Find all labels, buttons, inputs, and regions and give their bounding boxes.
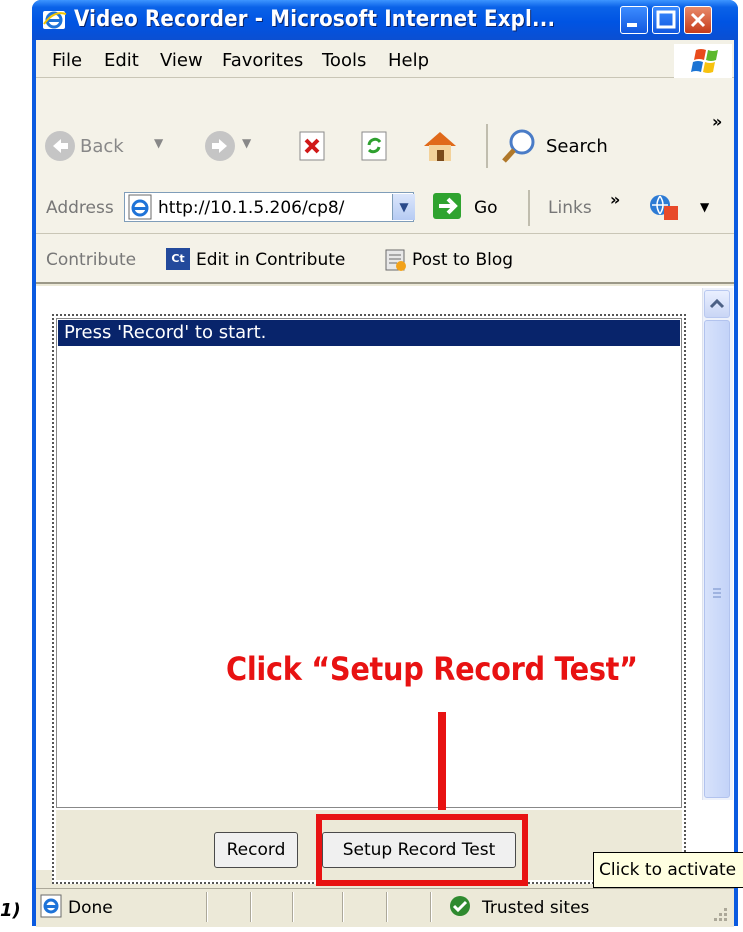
menu-edit[interactable]: Edit	[104, 50, 139, 71]
post-to-blog-icon	[384, 248, 408, 272]
trusted-check-icon	[448, 894, 472, 918]
address-label: Address	[46, 198, 114, 218]
annotation-callout: Click “Setup Record Test”	[226, 650, 638, 688]
ie-logo-icon	[42, 8, 68, 32]
status-divider	[206, 892, 208, 922]
contribute-label: Contribute	[46, 250, 137, 270]
list-item-selected[interactable]: Press 'Record' to start.	[58, 320, 680, 346]
menu-help[interactable]: Help	[388, 50, 429, 71]
toolbar-separator	[486, 124, 488, 168]
status-divider	[250, 892, 252, 922]
stop-icon[interactable]	[298, 130, 328, 162]
menu-file[interactable]: File	[52, 50, 82, 71]
status-text: Done	[68, 898, 113, 918]
annotation-highlight-box	[316, 814, 528, 886]
window-title: Video Recorder - Microsoft Internet Expl…	[74, 7, 556, 32]
page-icon	[128, 194, 154, 220]
go-arrow-icon[interactable]	[432, 192, 462, 220]
status-divider	[292, 892, 294, 922]
address-url[interactable]: http://10.1.5.206/cp8/	[158, 198, 390, 218]
windows-flag-icon	[674, 44, 732, 78]
scroll-thumb[interactable]	[704, 320, 730, 798]
forward-arrow-icon[interactable]	[204, 130, 236, 162]
search-icon[interactable]	[500, 126, 540, 166]
search-label[interactable]: Search	[546, 136, 608, 157]
home-icon[interactable]	[420, 128, 460, 164]
tooltip: Click to activate	[593, 852, 743, 888]
status-divider	[386, 892, 388, 922]
back-label[interactable]: Back	[80, 136, 124, 157]
go-label[interactable]: Go	[474, 198, 498, 218]
security-zone-label: Trusted sites	[482, 898, 590, 918]
messenger-dropdown-icon[interactable]: ▼	[700, 200, 709, 214]
messenger-icon[interactable]	[648, 192, 680, 222]
links-label[interactable]: Links	[548, 198, 592, 218]
scroll-up-button[interactable]	[704, 290, 730, 318]
maximize-button[interactable]	[652, 6, 680, 34]
back-arrow-icon[interactable]	[44, 130, 76, 162]
menu-favorites[interactable]: Favorites	[222, 50, 303, 71]
edit-in-contribute-button[interactable]: Edit in Contribute	[196, 250, 345, 270]
status-bar	[36, 888, 734, 927]
resize-grip-icon[interactable]	[710, 906, 730, 924]
close-button[interactable]	[684, 6, 712, 34]
minimize-button[interactable]	[620, 6, 648, 34]
address-dropdown-icon[interactable]: ▼	[392, 194, 415, 220]
annotation-pointer-line	[438, 712, 446, 810]
post-to-blog-button[interactable]: Post to Blog	[412, 250, 513, 270]
done-page-icon	[40, 894, 64, 918]
toolbar-overflow-icon[interactable]: »	[712, 112, 722, 131]
status-divider	[342, 892, 344, 922]
links-overflow-icon[interactable]: »	[610, 190, 620, 209]
status-divider	[430, 892, 432, 922]
message-listbox[interactable]	[56, 318, 682, 808]
menu-tools[interactable]: Tools	[322, 50, 366, 71]
refresh-icon[interactable]	[360, 130, 390, 162]
contribute-ct-icon: Ct	[166, 248, 190, 270]
address-separator	[528, 190, 530, 226]
menu-bar	[36, 40, 734, 78]
menu-view[interactable]: View	[160, 50, 203, 71]
back-dropdown-icon[interactable]: ▼	[154, 136, 163, 150]
record-button[interactable]: Record	[214, 832, 298, 868]
step-number: 1)	[0, 900, 21, 921]
forward-dropdown-icon[interactable]: ▼	[242, 136, 251, 150]
